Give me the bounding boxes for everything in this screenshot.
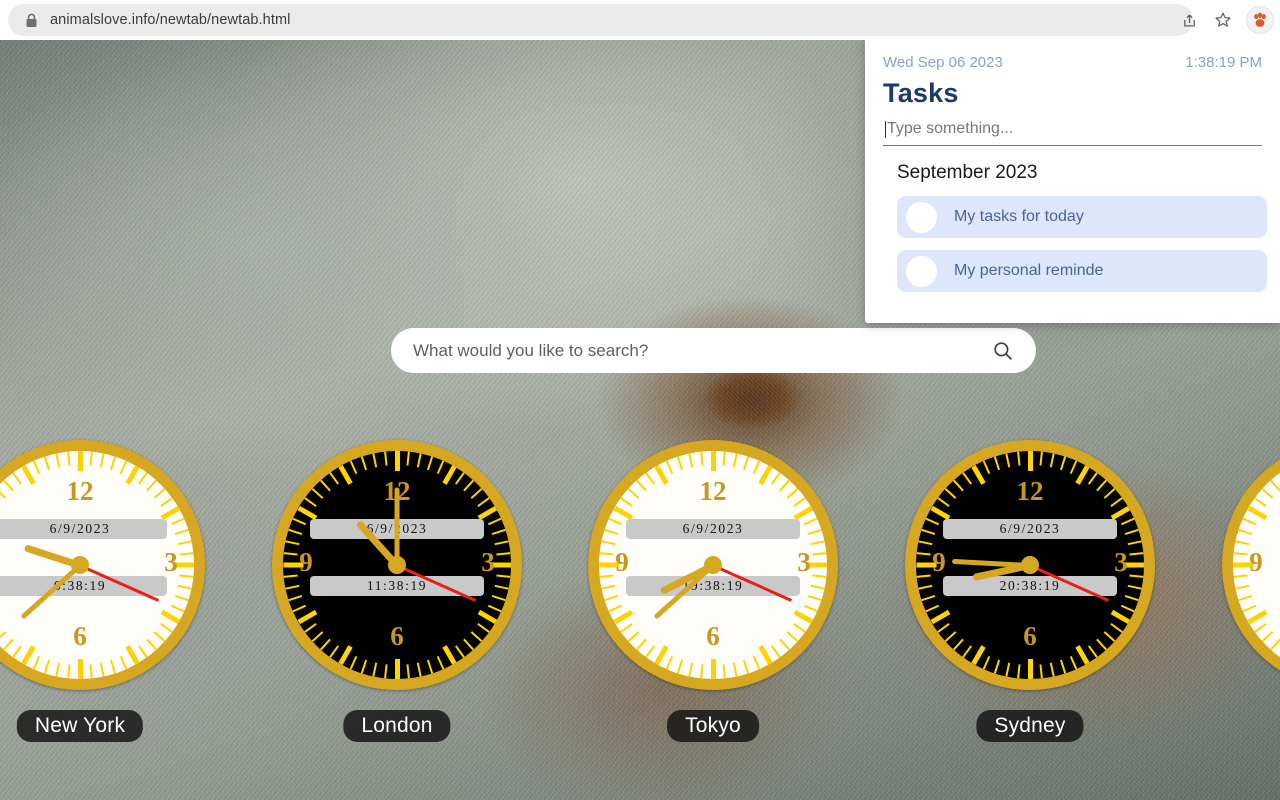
task-list: My tasks for today My personal reminde	[883, 196, 1267, 292]
clock-numeral-12: 12	[699, 476, 727, 506]
clock-center-cap	[1021, 556, 1039, 574]
clock-center-cap	[704, 556, 722, 574]
task-input-placeholder: Type something...	[887, 120, 1014, 137]
clock-face: 12369	[1233, 451, 1280, 679]
tasks-title: Tasks	[883, 78, 959, 108]
star-icon[interactable]	[1208, 5, 1238, 35]
task-checkbox[interactable]	[906, 201, 937, 233]
clock-new-york: 123696/9/20236:38:19	[0, 440, 205, 690]
paw-print-icon[interactable]	[1246, 6, 1274, 34]
tasks-time: 1:38:19 PM	[1185, 54, 1262, 71]
clock-face: 12 3 6 9 6/9/2023 19:38:19	[599, 451, 827, 679]
task-label: My personal reminde	[954, 262, 1104, 279]
lock-icon	[22, 11, 40, 29]
clock-numeral-3: 3	[1114, 547, 1128, 577]
tasks-panel: Wed Sep 06 2023 1:38:19 PM Tasks Type so…	[865, 40, 1280, 323]
city-label-london: London	[343, 710, 451, 742]
clock-sydney: 12 3 6 9 6/9/2023 20:38:19	[905, 440, 1155, 690]
clock-numeral-9: 9	[615, 547, 629, 577]
clock-numeral-3: 3	[797, 547, 811, 577]
clock-date-display: 6/9/2023	[626, 519, 800, 539]
search-box[interactable]: What would you like to search?	[391, 328, 1036, 373]
task-row[interactable]: My tasks for today	[897, 196, 1267, 238]
search-input[interactable]: What would you like to search?	[413, 341, 992, 361]
city-label-sydney: Sydney	[976, 710, 1084, 742]
clock-face: 123696/9/20236:38:19	[0, 451, 194, 679]
clock-numeral-6: 6	[1023, 621, 1037, 651]
task-label: My tasks for today	[954, 208, 1084, 225]
tasks-date: Wed Sep 06 2023	[883, 54, 1003, 71]
share-icon[interactable]	[1174, 5, 1204, 35]
clock-center-cap	[388, 556, 406, 574]
clock-tokyo: 12 3 6 9 6/9/2023 19:38:19	[588, 440, 838, 690]
clock-numeral-6: 6	[390, 621, 404, 651]
clock-numeral-6: 6	[73, 621, 87, 651]
task-row[interactable]: My personal reminde	[897, 250, 1267, 292]
clock-numeral-6: 6	[706, 621, 720, 651]
tasks-header: Wed Sep 06 2023 1:38:19 PM	[883, 54, 1262, 71]
text-caret	[885, 120, 886, 138]
clock-face: 12 3 6 9 6/9/2023 20:38:19	[916, 451, 1144, 679]
address-bar[interactable]: animalslove.info/newtab/newtab.html	[8, 4, 1193, 36]
browser-toolbar: animalslove.info/newtab/newtab.html	[0, 0, 1280, 40]
clock-center-cap	[71, 556, 89, 574]
address-bar-url: animalslove.info/newtab/newtab.html	[50, 12, 291, 28]
clock-london: 123696/9/202311:38:19	[272, 440, 522, 690]
task-input[interactable]: Type something...	[883, 117, 1262, 146]
clock-numeral-9: 9	[299, 547, 313, 577]
toolbar-actions	[1174, 4, 1274, 36]
city-label-tokyo: Tokyo	[667, 710, 759, 742]
clock-date-display: 6/9/2023	[0, 519, 167, 539]
clock-face: 123696/9/202311:38:19	[283, 451, 511, 679]
clock-date-display: 6/9/2023	[943, 519, 1117, 539]
task-checkbox[interactable]	[906, 255, 937, 287]
city-label-new-york: New York	[16, 710, 144, 742]
clock-numeral-12: 12	[66, 476, 94, 506]
clock-numeral-12: 12	[1016, 476, 1044, 506]
clock-numeral-9: 9	[0, 547, 9, 578]
search-icon[interactable]	[992, 340, 1014, 362]
tasks-month-label: September 2023	[897, 162, 1038, 183]
clock-numeral-3: 3	[481, 547, 495, 577]
clock-numeral-9: 9	[1249, 547, 1263, 577]
minute-hand	[394, 487, 400, 565]
clock-numeral-3: 3	[164, 547, 178, 577]
